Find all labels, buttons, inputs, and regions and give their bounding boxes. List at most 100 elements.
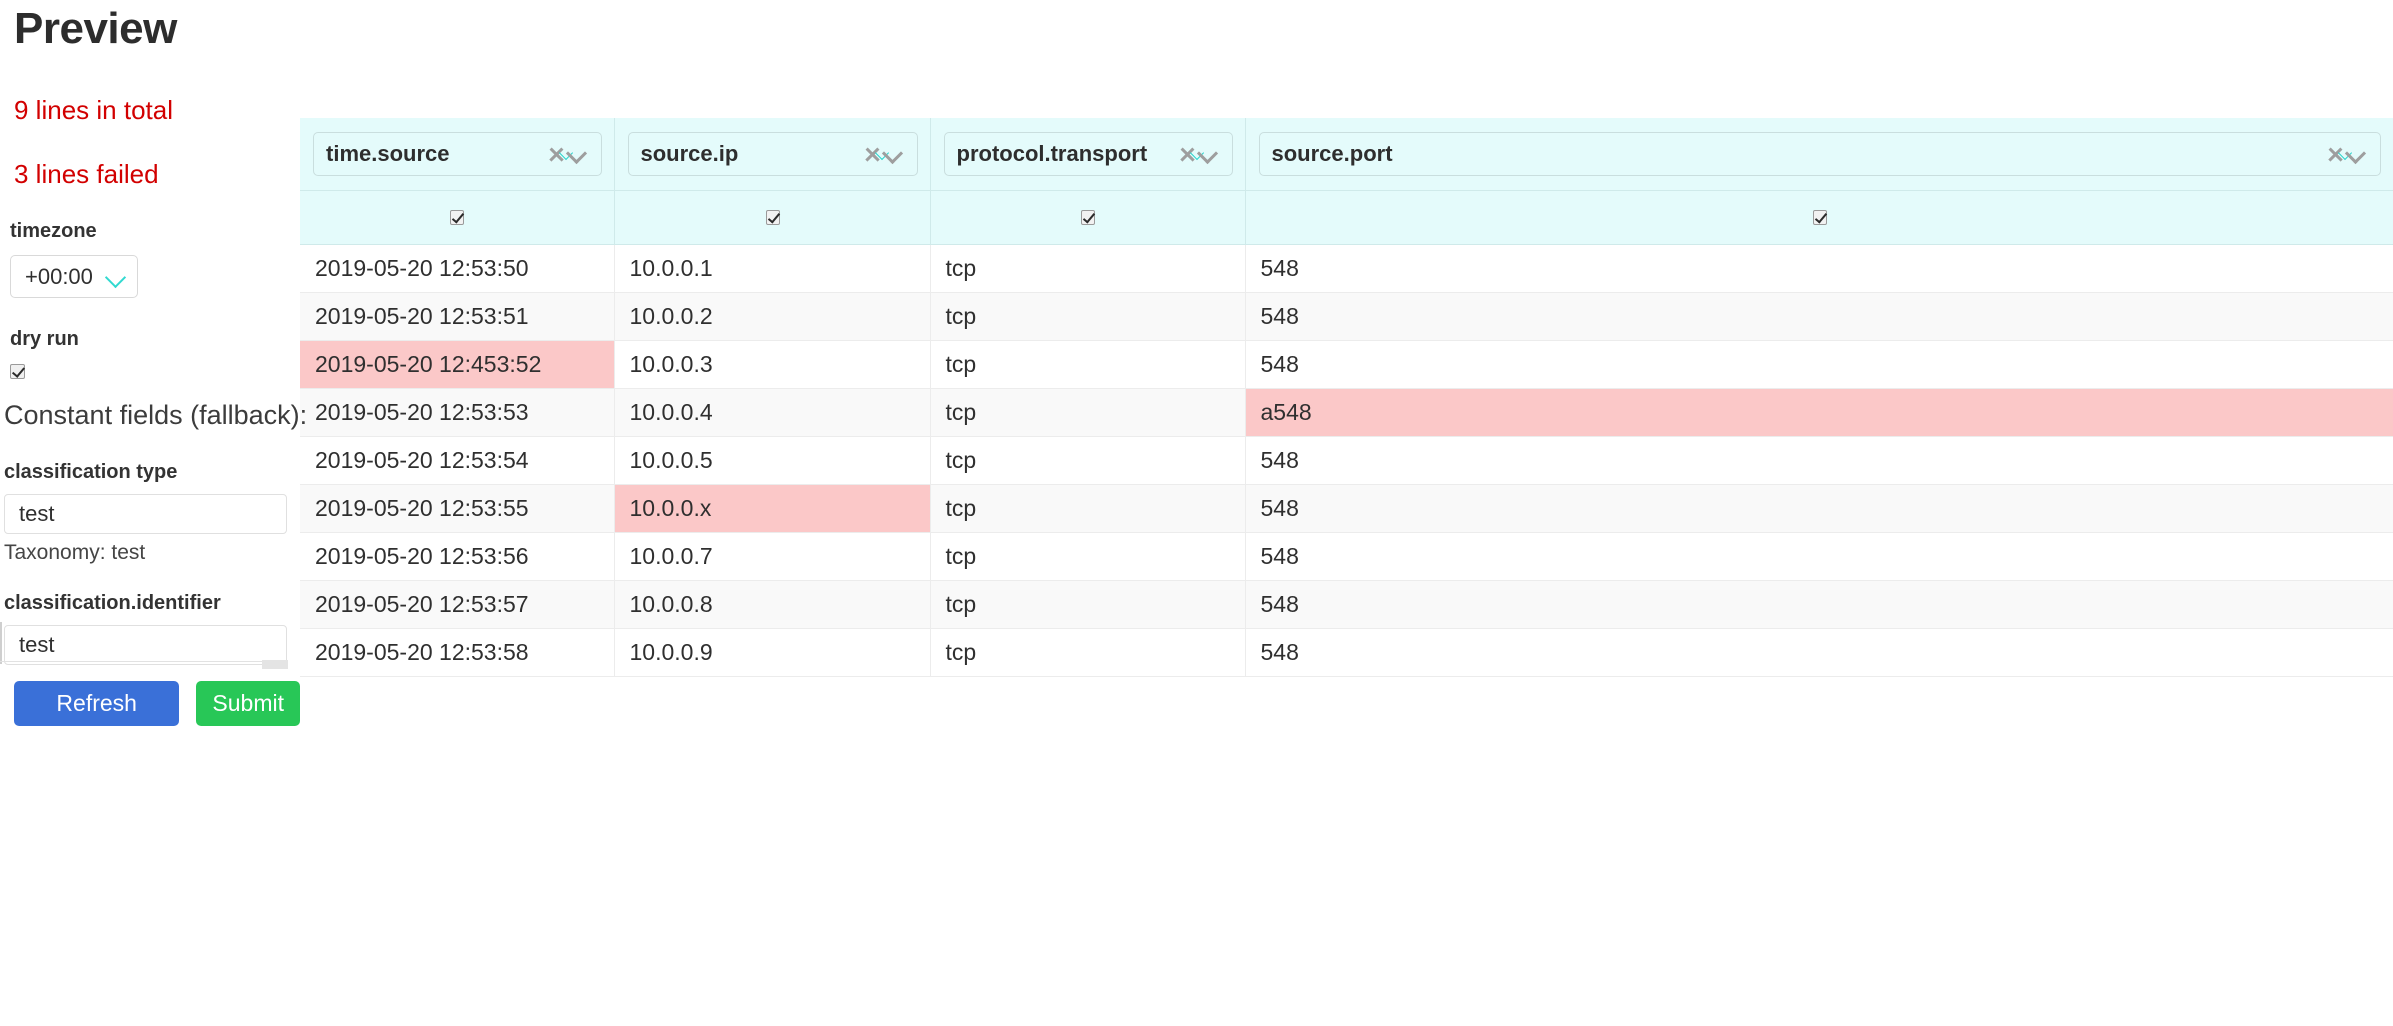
column-checkbox-0[interactable] [450,210,465,225]
column-select-label: time.source [326,141,450,166]
table-cell-error: 10.0.0.x [614,484,931,533]
column-header-2: protocol.transport [930,118,1246,191]
column-checkbox-row [300,190,2393,245]
preview-page: Preview 9 lines in total 3 lines failed … [0,0,2393,1026]
table-cell: 10.0.0.7 [614,532,931,581]
table-body: 2019-05-20 12:53:50 10.0.0.1 tcp 548 2019-05… [300,244,2393,677]
column-header-icons [2325,141,2371,167]
table-cell: 548 [1245,436,2393,485]
table-cell: 548 [1245,340,2393,389]
column-select-label: source.port [1271,141,1393,166]
preview-table-container: time.source source.ip protocol.transport so… [300,0,2393,1026]
column-header-icons [1177,141,1223,167]
timezone-selected-value: +00:00 [25,263,93,289]
column-toggle-cell-0 [300,190,615,245]
table-row: 2019-05-20 12:53:58 10.0.0.9 tcp 548 [300,628,2393,677]
column-select-0[interactable]: time.source [313,132,602,176]
column-select-row: time.source source.ip protocol.transport so… [300,118,2393,191]
table-cell: 2019-05-20 12:53:58 [300,628,615,677]
table-cell: 10.0.0.8 [614,580,931,629]
table-cell-error: 2019-05-20 12:453:52 [300,340,615,389]
column-header-3: source.port [1245,118,2393,191]
sidebar-panel: Preview 9 lines in total 3 lines failed … [0,0,308,1026]
chevron-down-icon[interactable] [1198,145,1220,165]
timezone-label: timezone [10,220,97,243]
table-cell: 10.0.0.3 [614,340,931,389]
table-row: 2019-05-20 12:53:51 10.0.0.2 tcp 548 [300,292,2393,341]
column-header-1: source.ip [614,118,931,191]
page-title: Preview [14,4,177,53]
chevron-down-icon [105,266,127,288]
table-cell: tcp [930,292,1246,341]
lines-total-status: 9 lines in total [14,95,173,126]
classification-type-input[interactable] [4,494,287,535]
column-toggle-cell-1 [614,190,931,245]
table-cell: 10.0.0.5 [614,436,931,485]
column-checkbox-1[interactable] [765,210,780,225]
table-row: 2019-05-20 12:453:52 10.0.0.3 tcp 548 [300,340,2393,389]
column-select-2[interactable]: protocol.transport [943,132,1233,176]
table-cell: 2019-05-20 12:53:51 [300,292,615,341]
action-buttons: Refresh Table Submit [14,681,300,761]
table-cell: tcp [930,388,1246,437]
table-cell: 548 [1245,292,2393,341]
column-header-icons [862,141,908,167]
table-cell: 548 [1245,484,2393,533]
timezone-select[interactable]: +00:00 [10,255,138,299]
table-cell: 10.0.0.9 [614,628,931,677]
table-cell: tcp [930,484,1246,533]
chevron-down-icon[interactable] [2346,145,2368,165]
dry-run-label: dry run [10,328,79,351]
table-cell: tcp [930,340,1246,389]
table-row: 2019-05-20 12:53:54 10.0.0.5 tcp 548 [300,436,2393,485]
table-row: 2019-05-20 12:53:57 10.0.0.8 tcp 548 [300,580,2393,629]
classification-identifier-label: classification.identifier [4,592,221,615]
column-checkbox-2[interactable] [1081,210,1095,225]
column-checkbox-3[interactable] [1812,210,1827,225]
table-row: 2019-05-20 12:53:56 10.0.0.7 tcp 548 [300,532,2393,581]
column-toggle-cell-3 [1245,190,2393,245]
classification-type-label: classification type [4,461,178,484]
divider-tick-right [262,660,288,669]
table-cell: 2019-05-20 12:53:56 [300,532,615,581]
table-cell: 548 [1245,580,2393,629]
column-select-label: protocol.transport [956,141,1148,166]
table-cell: 2019-05-20 12:53:57 [300,580,615,629]
table-row: 2019-05-20 12:53:55 10.0.0.x tcp 548 [300,484,2393,533]
table-cell: 2019-05-20 12:53:53 [300,388,615,437]
table-cell: 10.0.0.1 [614,244,931,293]
column-header-0: time.source [300,118,615,191]
table-cell: tcp [930,580,1246,629]
table-cell: 2019-05-20 12:53:54 [300,436,615,485]
table-cell: 2019-05-20 12:53:55 [300,484,615,533]
table-cell: 10.0.0.4 [614,388,931,437]
column-select-3[interactable]: source.port [1258,132,2381,176]
table-cell: 548 [1245,532,2393,581]
table-cell: tcp [930,436,1246,485]
chevron-down-icon[interactable] [883,145,905,165]
chevron-down-icon[interactable] [567,145,589,165]
divider-rule [0,661,288,662]
column-select-label: source.ip [640,141,739,166]
divider-tick [0,622,2,664]
lines-failed-status: 3 lines failed [14,159,159,190]
taxonomy-note: Taxonomy: test [4,541,146,565]
constant-fields-heading: Constant fields (fallback): [4,400,308,431]
table-cell: 548 [1245,628,2393,677]
classification-identifier-input[interactable] [4,625,287,666]
table-header: time.source source.ip protocol.transport so… [300,118,2393,245]
preview-table: time.source source.ip protocol.transport so… [300,118,2393,677]
table-cell: tcp [930,532,1246,581]
table-row: 2019-05-20 12:53:53 10.0.0.4 tcp a548 [300,388,2393,437]
refresh-table-button[interactable]: Refresh Table [14,681,180,761]
table-row: 2019-05-20 12:53:50 10.0.0.1 tcp 548 [300,244,2393,293]
table-cell: 548 [1245,244,2393,293]
column-header-icons [546,141,592,167]
submit-button[interactable]: Submit [196,681,300,727]
dry-run-checkbox[interactable] [10,364,25,380]
table-cell: 10.0.0.2 [614,292,931,341]
table-cell-error: a548 [1245,388,2393,437]
table-cell: tcp [930,628,1246,677]
table-cell: 2019-05-20 12:53:50 [300,244,615,293]
column-select-1[interactable]: source.ip [627,132,918,176]
